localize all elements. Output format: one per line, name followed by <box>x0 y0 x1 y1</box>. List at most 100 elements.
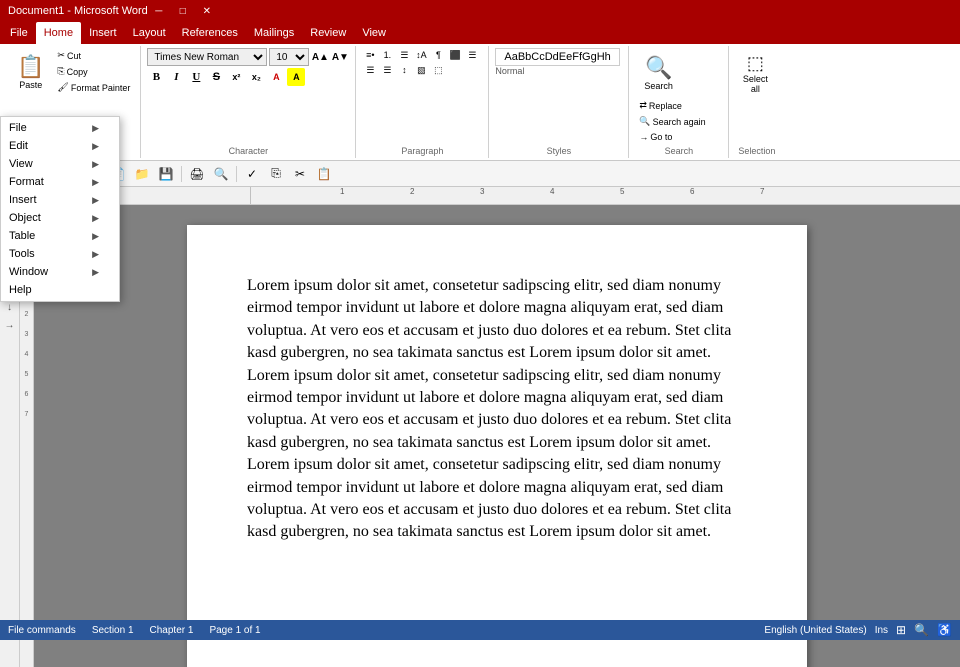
dropdown-item-tools[interactable]: Tools ▶ <box>1 245 119 263</box>
menu-item-layout[interactable]: Layout <box>125 22 174 44</box>
menu-item-mailings[interactable]: Mailings <box>246 22 302 44</box>
toolbar-copy-btn[interactable]: ⎘ <box>265 164 287 184</box>
style-preview-button[interactable]: AaBbCcDdEeFfGgHh <box>495 48 619 66</box>
status-bar: File commands Section 1 Chapter 1 Page 1… <box>0 620 960 640</box>
numbering-button[interactable]: 1. <box>379 48 395 62</box>
close-button[interactable]: ✕ <box>196 3 218 19</box>
menu-item-file[interactable]: File <box>2 22 36 44</box>
align-right-button[interactable]: ☰ <box>362 63 378 77</box>
copy-icon: ⎘ <box>57 66 64 77</box>
ribbon-paragraph-group: ≡• 1. ☰ ↕A ¶ ⬛ ☰ ☰ ☰ ↕ ▧ ⬚ Paragraph <box>356 46 489 158</box>
toolbar-preview-btn[interactable]: 🔍 <box>210 164 232 184</box>
decrease-size-button[interactable]: A▼ <box>331 48 349 66</box>
italic-button[interactable]: I <box>167 68 185 86</box>
status-ins-label: Ins <box>875 625 888 636</box>
search-sub-buttons: ⇄ Replace 🔍 Search again → Go to <box>635 98 709 144</box>
search-button[interactable]: 🔍 Search <box>635 48 682 98</box>
title-bar-text: Document1 - Microsoft Word <box>8 5 148 17</box>
select-all-button[interactable]: ⬚ Select all <box>735 48 775 98</box>
restore-button[interactable]: □ <box>172 3 194 19</box>
replace-button[interactable]: ⇄ Replace <box>635 98 709 113</box>
menu-item-review[interactable]: Review <box>302 22 354 44</box>
dropdown-item-window-arrow: ▶ <box>92 267 99 278</box>
dropdown-item-insert-label: Insert <box>9 194 37 206</box>
paste-button[interactable]: 📋 Paste <box>10 49 51 95</box>
document-area[interactable]: Lorem ipsum dolor sit amet, consetetur s… <box>34 205 960 667</box>
dropdown-item-table[interactable]: Table ▶ <box>1 227 119 245</box>
dropdown-item-file[interactable]: File ▶ <box>1 119 119 137</box>
dropdown-item-edit[interactable]: Edit ▶ <box>1 137 119 155</box>
shading-button[interactable]: ▧ <box>413 63 429 77</box>
ruler-mark-4: 4 <box>550 187 554 196</box>
search-again-icon: 🔍 <box>639 116 650 127</box>
toolbar-paste-btn[interactable]: 📋 <box>313 164 335 184</box>
align-center-button[interactable]: ☰ <box>464 48 480 62</box>
format-painter-label: Format Painter <box>71 83 131 93</box>
dropdown-item-file-label: File <box>9 122 27 134</box>
menu-item-home[interactable]: Home <box>36 22 81 44</box>
toolbar-spell-btn[interactable]: ✓ <box>241 164 263 184</box>
search-again-button[interactable]: 🔍 Search again <box>635 114 709 129</box>
subscript-button[interactable]: x₂ <box>247 68 265 86</box>
toolbar-save-btn[interactable]: 💾 <box>155 164 177 184</box>
superscript-button[interactable]: x² <box>227 68 245 86</box>
dropdown-item-object[interactable]: Object ▶ <box>1 209 119 227</box>
dropdown-item-view[interactable]: View ▶ <box>1 155 119 173</box>
status-layout-icon[interactable]: ⊞ <box>896 623 906 637</box>
strikethrough-button[interactable]: S <box>207 68 225 86</box>
dropdown-item-help[interactable]: Help <box>1 281 119 299</box>
highlight-button[interactable]: A <box>287 68 305 86</box>
goto-button[interactable]: → Go to <box>635 130 709 144</box>
dropdown-item-file-arrow: ▶ <box>92 123 99 134</box>
dropdown-item-insert-arrow: ▶ <box>92 195 99 206</box>
styles-group-label: Styles <box>495 144 622 156</box>
paragraph-group-label: Paragraph <box>362 144 482 156</box>
increase-size-button[interactable]: A▲ <box>311 48 329 66</box>
dropdown-menu: File ▶ Edit ▶ View ▶ Format ▶ Insert ▶ O… <box>0 116 120 302</box>
dropdown-item-table-label: Table <box>9 230 35 242</box>
status-zoom-icon[interactable]: 🔍 <box>914 623 929 637</box>
toolbar-cut-btn[interactable]: ✂ <box>289 164 311 184</box>
select-all-label: Select all <box>743 74 768 94</box>
search-label: Search <box>644 81 673 91</box>
menu-item-references[interactable]: References <box>174 22 246 44</box>
status-right-area: English (United States) Ins ⊞ 🔍 ♿ <box>764 623 952 637</box>
dropdown-item-format[interactable]: Format ▶ <box>1 173 119 191</box>
dropdown-item-insert[interactable]: Insert ▶ <box>1 191 119 209</box>
font-format-row: B I U S x² x₂ A A <box>147 68 305 86</box>
line-spacing-button[interactable]: ↕ <box>396 63 412 77</box>
menu-item-view[interactable]: View <box>354 22 394 44</box>
v-ruler-mark-6: 6 <box>20 385 33 405</box>
ruler-mark-7: 7 <box>760 187 764 196</box>
v-ruler-mark-7: 7 <box>20 405 33 425</box>
dropdown-item-window[interactable]: Window ▶ <box>1 263 119 281</box>
bold-button[interactable]: B <box>147 68 165 86</box>
status-accessibility-icon[interactable]: ♿ <box>937 623 952 637</box>
bullets-button[interactable]: ≡• <box>362 48 378 62</box>
underline-button[interactable]: U <box>187 68 205 86</box>
copy-button[interactable]: ⎘ Copy <box>53 64 134 79</box>
cut-icon: ✂ <box>57 50 65 61</box>
dropdown-item-object-arrow: ▶ <box>92 213 99 224</box>
font-family-select[interactable]: Times New Roman Arial Calibri <box>147 48 267 66</box>
toolbar-open-btn[interactable]: 📁 <box>131 164 153 184</box>
minimize-button[interactable]: ─ <box>148 3 170 19</box>
borders-button[interactable]: ⬚ <box>430 63 446 77</box>
align-left-button[interactable]: ⬛ <box>447 48 463 62</box>
font-size-select[interactable]: 10 11 12 14 16 <box>269 48 309 66</box>
document-text[interactable]: Lorem ipsum dolor sit amet, consetetur s… <box>247 275 747 544</box>
sidebar-tool-7[interactable]: → <box>2 317 18 333</box>
menu-item-insert[interactable]: Insert <box>81 22 125 44</box>
sort-button[interactable]: ↕A <box>413 48 429 62</box>
ribbon-font-group: Times New Roman Arial Calibri 10 11 12 1… <box>141 46 356 158</box>
document-page[interactable]: Lorem ipsum dolor sit amet, consetetur s… <box>187 225 807 667</box>
format-painter-button[interactable]: 🖌 Format Painter <box>53 80 134 95</box>
outline-button[interactable]: ☰ <box>396 48 412 62</box>
cut-button[interactable]: ✂ Cut <box>53 48 134 63</box>
toolbar-print-btn[interactable]: 🖨 <box>186 164 208 184</box>
align-justify-button[interactable]: ☰ <box>379 63 395 77</box>
ruler-mark-2: 2 <box>410 187 414 196</box>
pilcrow-button[interactable]: ¶ <box>430 48 446 62</box>
title-bar: Document1 - Microsoft Word ─ □ ✕ <box>0 0 960 22</box>
font-color-button[interactable]: A <box>267 68 285 86</box>
